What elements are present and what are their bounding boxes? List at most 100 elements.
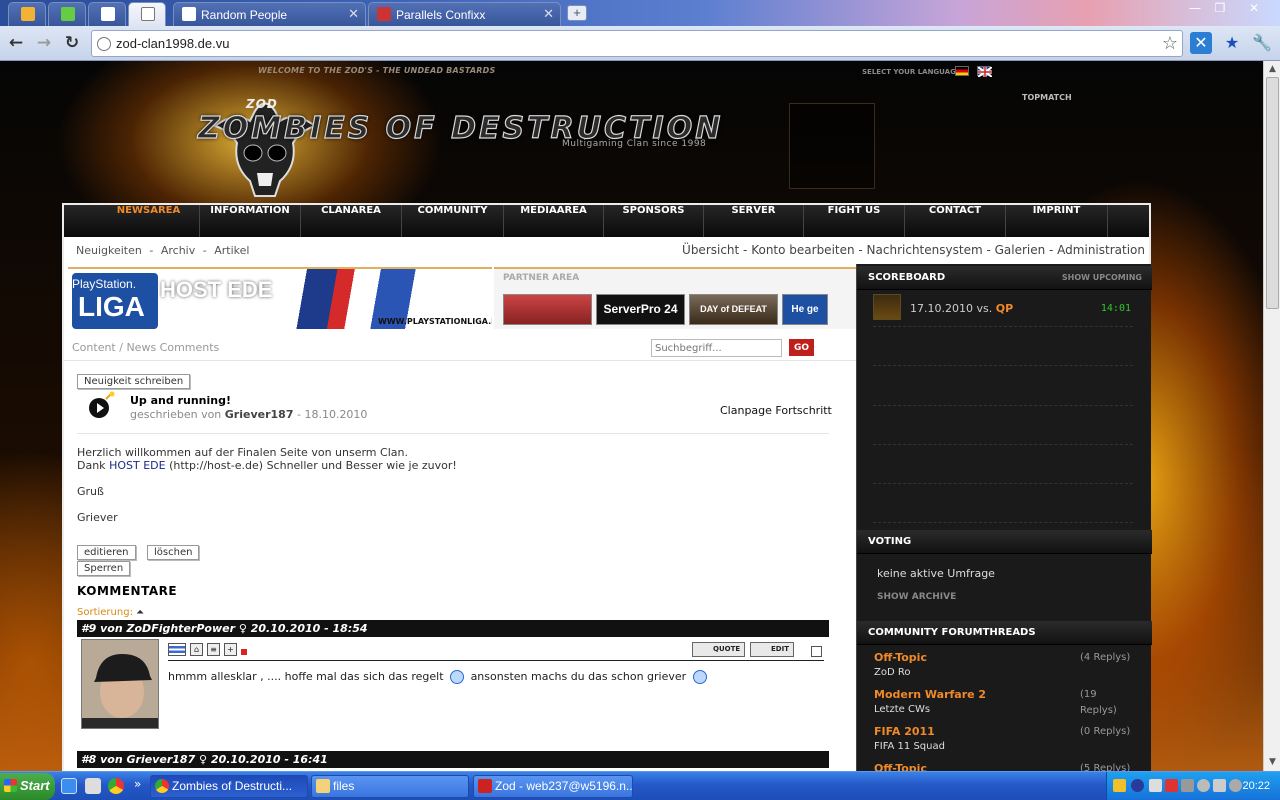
sub-navigation: Neuigkeiten - Archiv - Artikel Übersicht… [62,237,1151,264]
english-flag-icon[interactable] [977,66,993,78]
pinned-tab-1[interactable] [8,2,46,26]
forum-thread-sub[interactable]: FIFA 11 Squad [874,741,945,752]
page-icon [182,7,196,21]
host-ede-link[interactable]: HOST EDE [109,459,166,472]
address-bar[interactable]: zod-clan1998.de.vu ☆ [91,30,1183,57]
partner-area: PARTNER AREA ServerPro 24 DAY of DEFEAT … [494,267,858,329]
extension-icon[interactable]: ✕ [1190,32,1212,54]
write-news-button[interactable]: Neuigkeit schreiben [77,374,191,389]
german-flag-icon[interactable] [955,66,969,76]
user-links[interactable]: Übersicht - Konto bearbeiten - Nachricht… [682,243,1145,257]
subnav-archiv[interactable]: Archiv [161,244,195,257]
page-scrollbar[interactable]: ▲ ▼ [1263,61,1280,771]
close-tab-icon[interactable]: ✕ [348,6,359,22]
taskbar-item-filezilla[interactable]: Zod - web237@w5196.n... [473,775,633,798]
forum-thread-title[interactable]: Off-Topic [874,651,927,664]
opponent-name[interactable]: QP [996,302,1013,315]
forum-thread-title[interactable]: FIFA 2011 [874,725,935,738]
nav-mediaarea[interactable]: MEDIAAREA [504,205,604,237]
sort-control[interactable]: Sortierung: ⏶ [77,607,144,618]
sort-up-icon[interactable]: ⏶ [136,607,144,618]
chrome-icon[interactable] [108,778,124,794]
pinned-tab-3[interactable] [88,2,126,26]
scroll-up-icon[interactable]: ▲ [1266,63,1279,76]
close-window-icon[interactable]: ✕ [1243,1,1265,16]
news-author-link[interactable]: Griever187 [225,408,294,421]
app-icon [61,7,75,21]
lock-news-button[interactable]: Sperren [77,561,131,576]
news-category[interactable]: Clanpage Fortschritt [720,404,832,417]
partner-4-button[interactable]: He ge [782,294,828,325]
forum-thread-sub[interactable]: ZoD Ro [874,667,910,678]
match-row[interactable]: 17.10.2010 vs. QP 14:01 [873,294,1135,322]
nav-server[interactable]: SERVER [704,205,804,237]
desktop-icon[interactable] [85,778,101,794]
nav-newsarea[interactable]: NEWSAREA [98,205,200,237]
home-icon[interactable]: ⌂ [190,643,203,656]
reload-icon[interactable]: ↻ [62,33,82,53]
minimize-icon[interactable]: — [1184,1,1206,16]
back-icon[interactable]: ← [6,33,26,53]
forum-thread-title[interactable]: Modern Warfare 2 [874,688,986,701]
scroll-thumb[interactable] [1266,77,1279,309]
pinned-tab-2[interactable] [48,2,86,26]
taskbar-item-chrome[interactable]: Zombies of Destructi... [150,775,308,798]
bookmark-manager-icon[interactable]: ★ [1221,32,1243,54]
forum-thread-title[interactable]: Off-Topic [874,762,927,771]
nav-information[interactable]: INFORMATION [200,205,301,237]
restore-icon[interactable]: ❐ [1209,1,1231,16]
scroll-down-icon[interactable]: ▼ [1266,756,1279,769]
volume-icon[interactable] [1213,779,1226,792]
topmatch-box[interactable] [789,103,875,189]
page-icon [101,7,115,21]
quicklaunch-more-icon[interactable]: » [134,777,141,791]
new-tab-button[interactable]: + [567,5,587,21]
profile-icon[interactable]: ≡ [207,643,220,656]
folder-icon [316,779,330,793]
partner-serverpro-button[interactable]: ServerPro 24 [596,294,685,325]
show-archive-link[interactable]: SHOW ARCHIVE [877,592,956,602]
subnav-neuigkeiten[interactable]: Neuigkeiten [76,244,142,257]
quote-button[interactable]: QUOTE [692,642,746,657]
forward-icon[interactable]: → [34,33,54,53]
delete-news-button[interactable]: löschen [147,545,200,560]
edit-comment-button[interactable]: EDIT [750,642,794,657]
partner-day-of-defeat-button[interactable]: DAY of DEFEAT [689,294,778,325]
search-input[interactable] [651,339,782,357]
start-button[interactable]: Start [0,773,55,800]
forum-thread-replies: (4 Replys) [1080,652,1131,663]
nav-fight-us[interactable]: FIGHT US [804,205,905,237]
playstation-liga-banner[interactable]: PlayStation. LIGA HOST EDE WWW.PLAYSTATI… [68,267,492,329]
tab-parallels-confixx[interactable]: Parallels Confixx ✕ [368,2,561,26]
tab-random-people[interactable]: Random People ✕ [173,2,366,26]
tray-app-icon[interactable] [1181,779,1194,792]
media-player-icon[interactable] [1131,779,1144,792]
ie-icon[interactable] [61,778,77,794]
forum-header: COMMUNITY FORUMTHREADS [857,621,1152,645]
network-icon[interactable] [1149,779,1162,792]
show-upcoming-link[interactable]: SHOW UPCOMING [1062,273,1142,282]
edit-news-button[interactable]: editieren [77,545,136,560]
nav-imprint[interactable]: IMPRINT [1006,205,1108,237]
nav-community[interactable]: COMMUNITY [402,205,504,237]
search-go-button[interactable]: GO [789,339,814,356]
buddy-icon[interactable]: + [224,643,237,656]
grin-smiley-icon [450,670,465,684]
forum-thread-sub[interactable]: Letzte CWs [874,704,930,715]
tray-app-icon[interactable] [1229,779,1242,792]
wrench-icon[interactable]: 🔧 [1251,32,1273,54]
partner-1-button[interactable] [503,294,592,325]
comment-select-checkbox[interactable] [811,646,822,657]
subnav-artikel[interactable]: Artikel [214,244,249,257]
tray-app-icon[interactable] [1197,779,1210,792]
bookmark-star-icon[interactable]: ☆ [1162,33,1178,54]
nav-clanarea[interactable]: CLANAREA [301,205,402,237]
nav-contact[interactable]: CONTACT [905,205,1006,237]
news-title[interactable]: Up and running! [130,394,231,407]
security-alert-icon[interactable] [1165,779,1178,792]
tray-app-icon[interactable] [1113,779,1126,792]
nav-sponsors[interactable]: SPONSORS [604,205,704,237]
close-tab-icon[interactable]: ✕ [543,6,554,22]
pinned-tab-4[interactable] [128,2,166,26]
taskbar-item-files[interactable]: files [311,775,469,798]
